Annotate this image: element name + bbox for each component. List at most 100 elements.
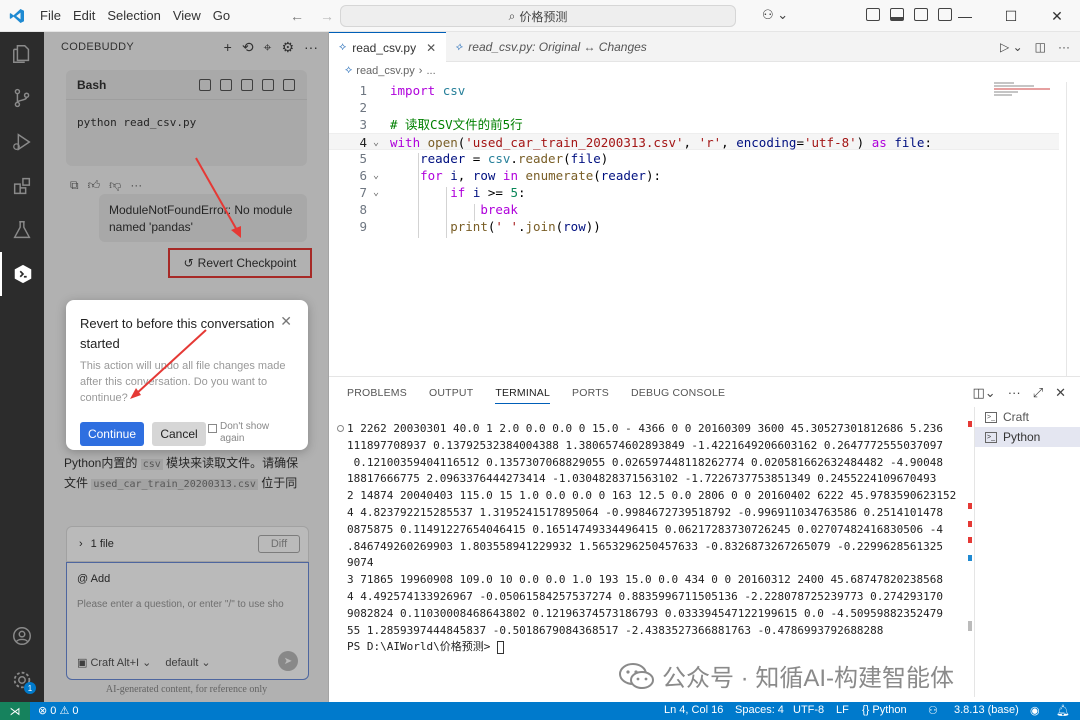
python-file-icon: ⟡ [339,41,347,53]
code-line: 1 import csv [359,83,466,98]
menu-edit[interactable]: Edit [67,8,101,23]
toggle-panel-icon[interactable] [890,8,904,21]
encoding[interactable]: UTF-8 [793,704,824,716]
maximize-panel-icon[interactable]: ⤢ [1033,385,1043,401]
menu-selection[interactable]: Selection [101,8,166,23]
codebuddy-status-icon[interactable]: ◉ [1030,704,1040,717]
cursor [496,640,504,654]
continue-button[interactable]: Continue [80,422,144,446]
notifications-bell-icon[interactable]: 🔔︎ [1056,704,1070,717]
breadcrumb: ⟡ read_csv.py › ... [345,64,436,77]
more-actions-icon[interactable]: ··· [1008,385,1021,401]
maximize-icon[interactable]: ☐ [988,0,1034,32]
account-icon[interactable] [0,614,44,658]
terminal-icon: >_ [985,411,997,423]
chevron-right-icon: › [418,64,423,77]
watermark: 公众号 · 知循AI-构建智能体 [618,658,954,693]
copilot-icon[interactable]: ⚇ ⌄ [762,7,788,23]
checkbox-box[interactable] [208,424,217,433]
run-icon[interactable]: ▷ ⌄ [1000,40,1023,54]
extensions-icon[interactable] [0,164,44,208]
terminal-line: 2 14874 20040403 115.0 15 1.0 0.0 0.0 0 … [347,489,957,503]
vscode-window: { "titlebar": { "menus": ["File", "Edit"… [0,0,1080,720]
terminal-item-python[interactable]: >_ Python [975,427,1080,447]
tab-terminal[interactable]: TERMINAL [495,387,551,404]
breadcrumb-rest[interactable]: ... [426,65,435,77]
back-arrow-icon[interactable]: ← [290,8,304,24]
split-editor-icon[interactable]: ◫ [1035,40,1046,54]
testing-flask-icon[interactable] [0,208,44,252]
python-env[interactable]: 3.8.13 (base) [954,704,1019,716]
code-line: 6 ⌄ for i, row in enumerate(reader): [359,168,661,183]
explorer-icon[interactable] [0,32,44,76]
close-icon[interactable]: ✕ [280,313,292,330]
manage-gear-icon[interactable]: 1 [0,658,44,702]
terminal-line: 55 1.2859397444845837 -0.501867908436851… [347,623,884,637]
tab-ports[interactable]: PORTS [572,387,609,404]
toggle-primary-sidebar-icon[interactable] [866,8,880,21]
cursor-position[interactable]: Ln 4, Col 16 [664,704,723,716]
codebuddy-icon[interactable] [0,252,44,296]
code-line: 3 # 读取CSV文件的前5行 [359,117,523,132]
editor-scrollbar[interactable] [1066,82,1067,376]
code-line: 5 reader = csv.reader(file) [359,151,609,166]
editor-tabs: ⟡ read_csv.py ✕ ⟡ read_csv.py: Original … [329,32,1080,62]
vscode-logo-icon [0,0,34,32]
terminal-line: 0875875 0.11491227654046415 0.1651474933… [347,522,944,536]
terminal-item-craft[interactable]: >_ Craft [975,407,1080,427]
tab-debug-console[interactable]: DEBUG CONSOLE [631,387,725,404]
code-line-current: 4 ⌄ with open('used_car_train_20200313.csv… [329,133,1059,150]
terminal-line: .846749260269903 1.803558941229932 1.565… [347,539,944,553]
wechat-logo-icon [619,662,654,689]
source-control-icon[interactable] [0,76,44,120]
menu-go[interactable]: Go [207,8,236,23]
forward-arrow-icon[interactable]: → [320,8,334,24]
terminal-list: >_ Craft >_ Python [974,407,1080,697]
panel-tabs: PROBLEMS OUTPUT TERMINAL PORTS DEBUG CON… [347,387,725,404]
dont-show-again-checkbox[interactable]: Don't show again [208,421,280,445]
search-text: 价格预测 [519,9,568,24]
remote-icon[interactable]: ⋊ [0,702,30,720]
code-line: 2 [359,100,367,115]
command-center-search[interactable]: ⌕ 价格预测 [340,5,736,27]
dialog-title: Revert to before this conversation start… [80,316,275,351]
minimap[interactable] [994,82,1054,102]
split-terminal-icon[interactable]: ◫⌄ [973,385,996,401]
cancel-button[interactable]: Cancel [152,422,206,446]
tab-diff[interactable]: ⟡ read_csv.py: Original ↔ Changes [445,32,657,62]
terminal-output[interactable]: 1 2262 20030301 40.0 1 2.0 0.0 0.0 0 15.… [347,421,959,656]
language-mode[interactable]: {} Python [862,704,907,716]
run-debug-icon[interactable] [0,120,44,164]
code-line: 8 break [359,202,518,217]
editor-actions: ▷ ⌄ ◫ ··· [1000,40,1070,54]
status-bar: ⋊ ⊗ 0 ⚠ 0 Ln 4, Col 16 Spaces: 4 UTF-8 L… [0,702,1080,720]
minimize-icon[interactable]: — [942,0,988,32]
close-tab-icon[interactable]: ✕ [426,41,436,55]
menu-view[interactable]: View [167,8,207,23]
update-badge: 1 [24,682,36,694]
terminal-line: 0.12100359404116512 0.1357307068829055 0… [347,455,944,469]
indentation[interactable]: Spaces: 4 [735,704,784,716]
close-window-icon[interactable]: ✕ [1034,0,1080,32]
code-editor[interactable]: 1 import csv 2 3 # 读取CSV文件的前5行 4 ⌄ with open… [329,82,1080,376]
terminal-line: 1 2262 20030301 40.0 1 2.0 0.0 0.0 0 15.… [347,422,944,435]
tab-problems[interactable]: PROBLEMS [347,387,407,404]
menu-file[interactable]: File [34,8,67,23]
tab-read-csv[interactable]: ⟡ read_csv.py ✕ [329,32,447,62]
terminal-line: 4 4.492574133926967 -0.05061584257537274… [347,589,944,603]
command-decoration-icon[interactable] [337,425,344,432]
layout-controls [866,8,952,21]
close-panel-icon[interactable]: ✕ [1055,385,1066,401]
tab-output[interactable]: OUTPUT [429,387,473,404]
breadcrumb-file[interactable]: read_csv.py [356,65,415,77]
more-actions-icon[interactable]: ··· [1058,40,1070,54]
code-line: 7 ⌄ if i >= 5: [359,185,526,200]
toggle-secondary-sidebar-icon[interactable] [914,8,928,21]
eol[interactable]: LF [836,704,849,716]
problems-count[interactable]: ⊗ 0 ⚠ 0 [38,704,78,717]
menu-bar: File Edit Selection View Go [34,8,236,23]
copilot-status-icon[interactable]: ⚇ [928,704,938,717]
revert-confirm-dialog: Revert to before this conversation start… [66,300,308,450]
window-controls: — ☐ ✕ [942,0,1080,32]
terminal-prompt[interactable]: PS D:\AIWorld\价格预测> [347,639,959,656]
